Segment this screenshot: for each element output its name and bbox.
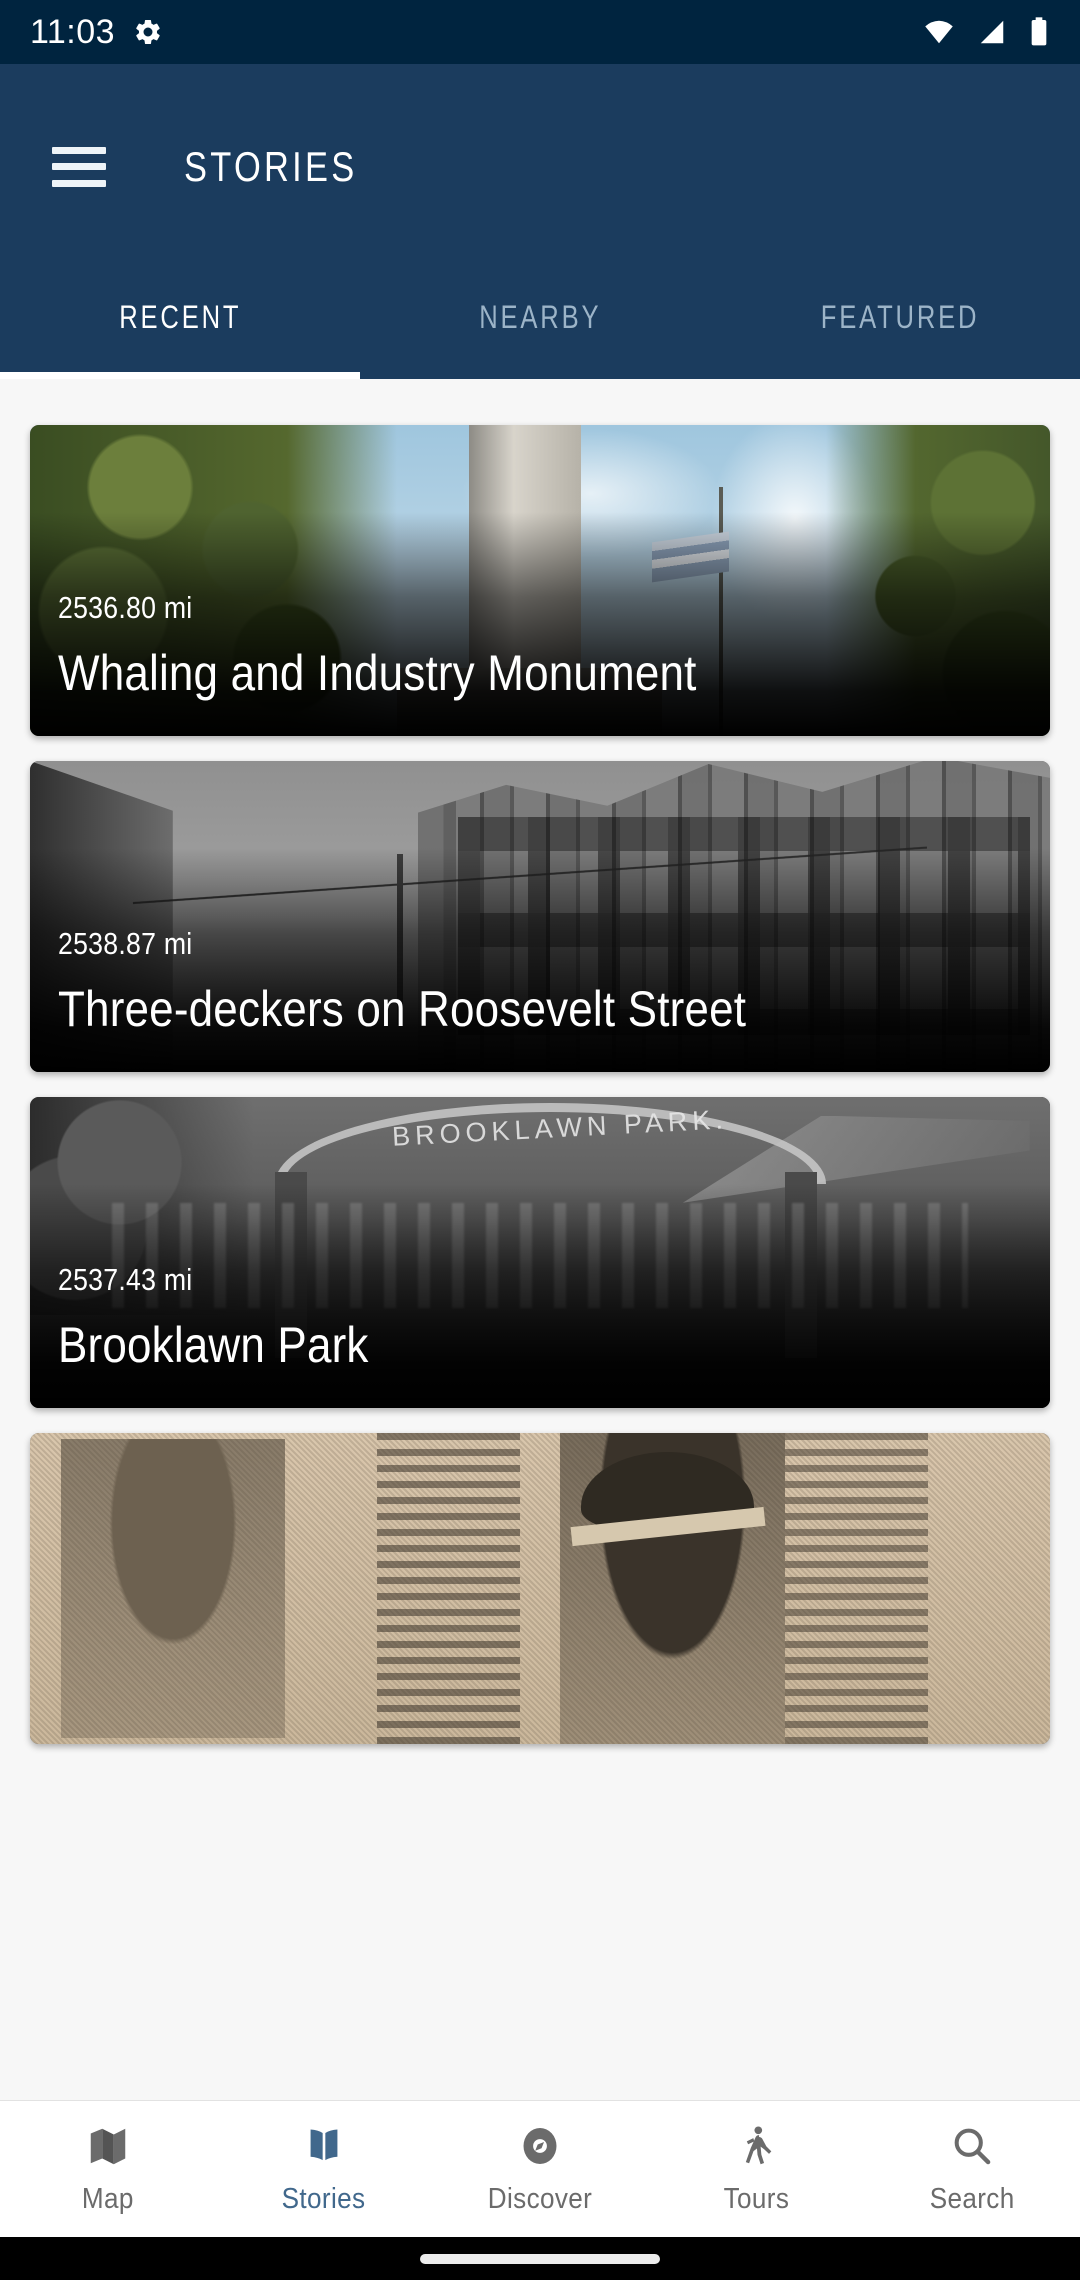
nav-label-map: Map [82, 2182, 134, 2215]
tab-recent-label: RECENT [118, 298, 242, 335]
tab-recent[interactable]: RECENT [0, 269, 360, 379]
cellular-signal-icon [980, 20, 1004, 44]
story-card[interactable] [30, 1433, 1050, 1744]
status-bar: 11:03 [0, 0, 1080, 64]
story-title: Whaling and Industry Monument [58, 645, 697, 701]
nav-item-search[interactable]: Search [864, 2123, 1080, 2216]
decorative-text-column [784, 1433, 928, 1744]
page-title: STORIES [184, 142, 358, 190]
app-bar: STORIES [0, 64, 1080, 269]
tab-featured[interactable]: FEATURED [720, 269, 1080, 379]
nav-item-discover[interactable]: Discover [432, 2123, 648, 2216]
story-card-text: 2536.80 mi Whaling and Industry Monument [58, 590, 1026, 702]
decorative-figure-left [60, 1439, 285, 1738]
tab-nearby[interactable]: NEARBY [360, 269, 720, 379]
story-distance: 2537.43 mi [58, 1262, 193, 1297]
story-list[interactable]: 2536.80 mi Whaling and Industry Monument… [0, 379, 1080, 2143]
wifi-icon [925, 20, 953, 44]
story-card-text: 2537.43 mi Brooklawn Park [58, 1262, 1026, 1374]
walking-person-icon [745, 2125, 772, 2164]
story-title: Three-deckers on Roosevelt Street [58, 981, 747, 1037]
nav-label-search: Search [929, 2182, 1015, 2215]
story-distance: 2536.80 mi [58, 590, 193, 625]
search-icon [954, 2128, 991, 2164]
map-icon [90, 2128, 126, 2164]
compass-icon [523, 2127, 557, 2164]
hamburger-line [52, 179, 106, 187]
story-card[interactable]: 2538.87 mi Three-deckers on Roosevelt St… [30, 761, 1050, 1072]
book-icon [310, 2129, 338, 2160]
status-bar-right [922, 16, 1050, 48]
story-card-text: 2538.87 mi Three-deckers on Roosevelt St… [58, 926, 1026, 1038]
nav-label-stories: Stories [282, 2182, 366, 2215]
active-tab-indicator [0, 372, 360, 379]
tab-bar: RECENT NEARBY FEATURED [0, 269, 1080, 379]
gesture-handle[interactable] [420, 2253, 660, 2264]
tab-nearby-label: NEARBY [478, 298, 602, 335]
hamburger-line [52, 146, 106, 154]
status-bar-clock: 11:03 [30, 12, 116, 51]
tab-featured-label: FEATURED [820, 298, 980, 335]
battery-icon [1031, 17, 1047, 46]
nav-item-map[interactable]: Map [0, 2123, 216, 2216]
nav-label-discover: Discover [487, 2182, 593, 2215]
hamburger-line [52, 163, 106, 170]
nav-item-stories[interactable]: Stories [216, 2123, 432, 2216]
nav-label-tours: Tours [723, 2182, 789, 2215]
gear-icon [136, 19, 160, 45]
hamburger-menu-icon[interactable] [52, 146, 106, 187]
status-bar-left: 11:03 [30, 13, 163, 52]
story-distance: 2538.87 mi [58, 926, 193, 961]
bottom-navigation-bar: Map Stories Discover Tours Search [0, 2100, 1080, 2237]
story-image-newspaper-clipping [30, 1433, 1050, 1744]
story-title: Brooklawn Park [58, 1317, 369, 1373]
nav-item-tours[interactable]: Tours [648, 2123, 864, 2216]
story-card[interactable]: 2536.80 mi Whaling and Industry Monument [30, 425, 1050, 736]
decorative-text-column [376, 1433, 520, 1744]
story-card[interactable]: BROOKLAWN PARK. 2537.43 mi Brooklawn Par… [30, 1097, 1050, 1408]
system-gesture-bar [0, 2237, 1080, 2280]
